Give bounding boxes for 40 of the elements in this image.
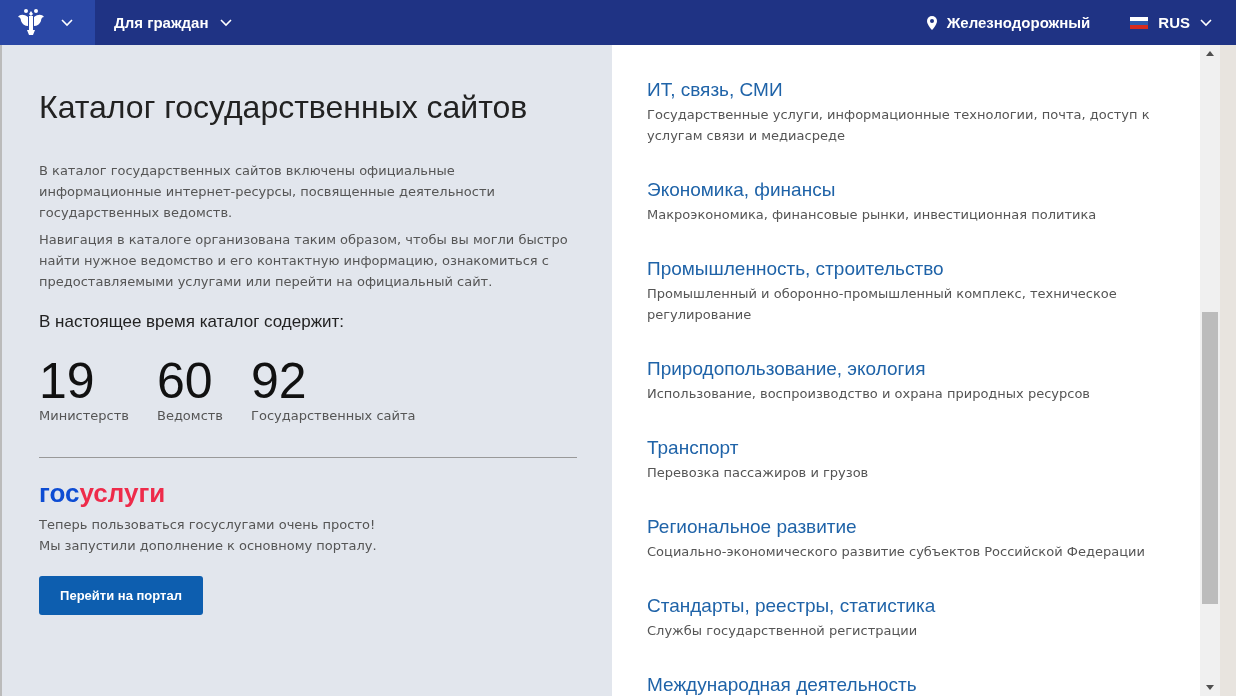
category-link[interactable]: Природопользование, экология	[647, 357, 1180, 381]
category-description: Государственные услуги, информационные технологии, почта, доступ к услугам связи и медиасреде	[647, 106, 1151, 145]
category-link[interactable]: Экономика, финансы	[647, 178, 1180, 202]
intro-paragraph: В каталог государственных сайтов включены официальные информационные интернет-ресурсы, посвященные деятельности государственных ведомств.	[39, 162, 496, 222]
promo-text: Мы запустили дополнение к основному порталу.	[39, 537, 378, 555]
category-description: Макроэкономика, финансовые рынки, инвестиционная политика	[647, 206, 1098, 224]
category-description: Промышленный и оборонно-промышленный комплекс, техническое регулирование	[647, 285, 1118, 324]
chevron-down-icon	[1200, 18, 1212, 27]
category-description: Службы государственной регистрации	[647, 622, 919, 640]
location-pin-icon	[926, 15, 937, 30]
category-link[interactable]: Региональное развитие	[647, 515, 1180, 539]
stat-number: 60	[156, 354, 214, 408]
location-button[interactable]: Железнодорожный	[926, 14, 1091, 31]
language-selector[interactable]: RUS	[1130, 14, 1212, 31]
gosuslugi-logo: госуслуги	[39, 478, 166, 508]
stat-label: Министерств	[39, 408, 129, 423]
category-link[interactable]: Международная деятельность	[647, 673, 1180, 696]
category-description: Использование, воспроизводство и охрана природных ресурсов	[647, 385, 1092, 403]
stat-label: Государственных сайта	[251, 408, 416, 423]
chevron-down-icon	[220, 18, 233, 27]
category-link[interactable]: Промышленность, строительство	[647, 257, 1180, 281]
page-title: Каталог государственных сайтов	[39, 89, 529, 126]
intro-paragraph: Навигация в каталоге организована таким образом, чтобы вы могли быстро найти нужное ведомство и его контактную информацию, ознакомиться с предоставляемыми услугами или перейти на официальный сайт.	[39, 231, 569, 291]
category-description: Социально-экономического развитие субъектов Российской Федерации	[647, 543, 1146, 561]
emblem-menu-button[interactable]	[0, 0, 95, 45]
stat-number: 92	[251, 354, 308, 408]
stats-heading: В настоящее время каталог содержит:	[39, 312, 346, 332]
chevron-down-icon	[60, 18, 73, 27]
flag-icon	[1130, 16, 1149, 29]
stat-number: 19	[39, 354, 96, 408]
citizens-menu-button[interactable]: Для граждан	[114, 14, 233, 31]
category-link[interactable]: Стандарты, реестры, статистика	[647, 594, 1180, 618]
go-to-portal-button[interactable]: Перейти на портал	[39, 576, 203, 615]
scrollbar[interactable]	[1200, 45, 1220, 696]
stat-label: Ведомств	[156, 408, 224, 423]
promo-text: Теперь пользоваться госуслугами очень просто!	[39, 516, 377, 534]
scrollbar-thumb[interactable]	[1202, 312, 1218, 604]
category-link[interactable]: Транспорт	[647, 436, 1180, 460]
category-link[interactable]: ИТ, связь, СМИ	[647, 78, 1180, 102]
category-description: Перевозка пассажиров и грузов	[647, 464, 870, 482]
